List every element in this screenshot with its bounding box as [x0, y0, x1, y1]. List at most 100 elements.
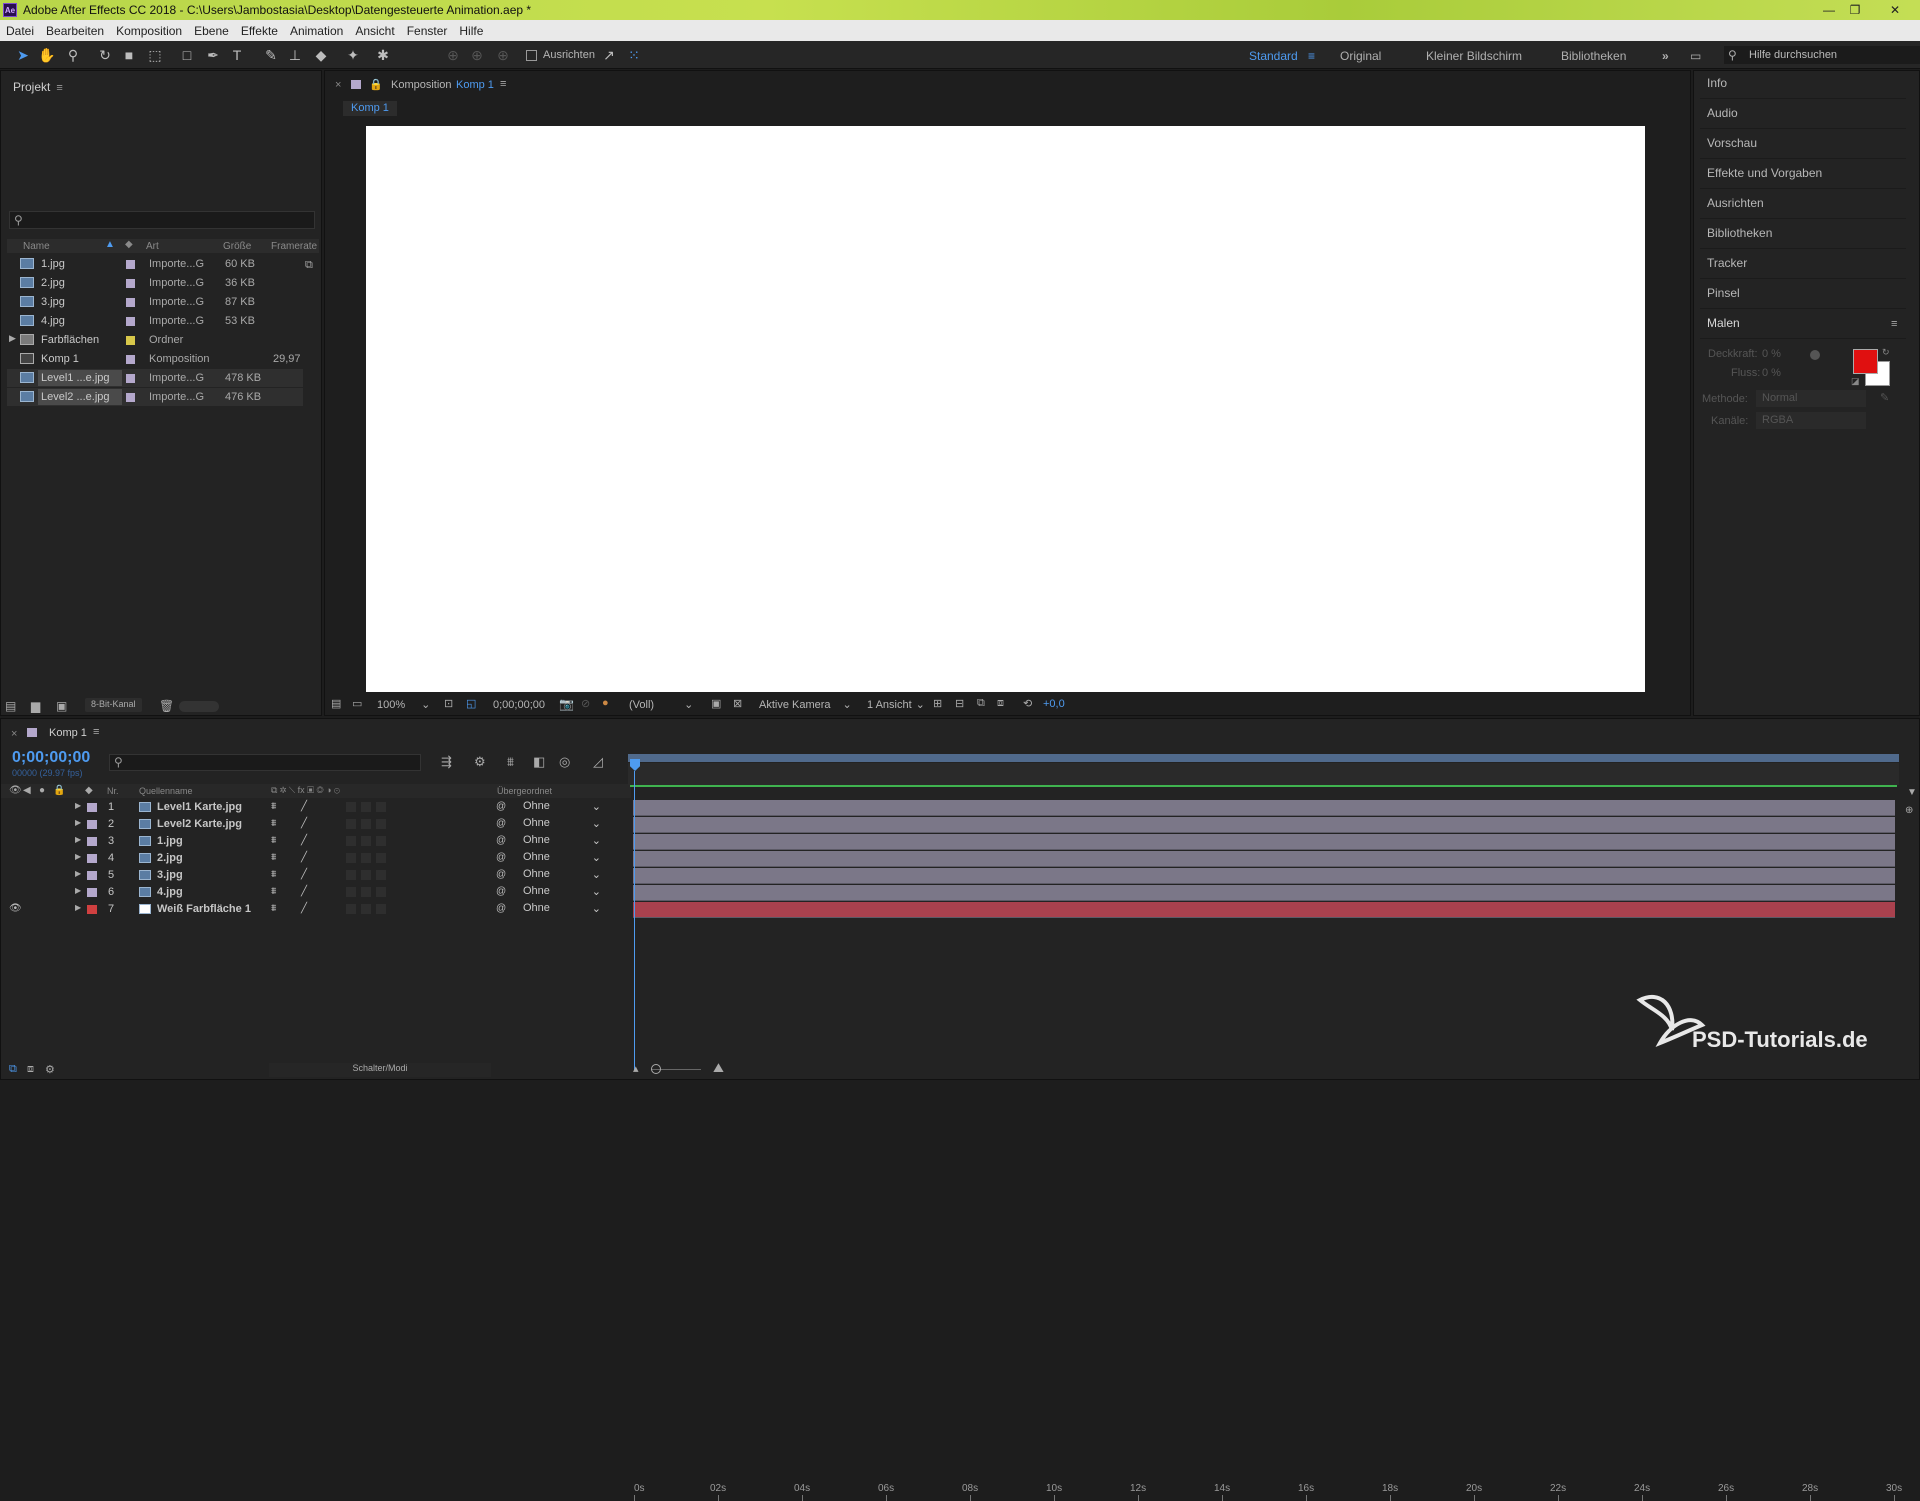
- shy-switch-icon[interactable]: ⩩: [271, 852, 276, 863]
- swap-colors-icon[interactable]: ↻: [1882, 347, 1890, 358]
- pick-whip-icon[interactable]: @: [496, 903, 506, 914]
- panel-info[interactable]: Info: [1707, 76, 1727, 90]
- comp-button-icon[interactable]: ⊕: [1905, 805, 1913, 816]
- project-panel-title[interactable]: Projekt ≡: [13, 80, 63, 94]
- label-swatch[interactable]: [87, 803, 97, 812]
- switch-box[interactable]: [346, 904, 356, 914]
- parent-dropdown[interactable]: Ohne ⌄: [511, 902, 601, 916]
- more-workspaces-icon[interactable]: »: [1662, 49, 1669, 63]
- project-item[interactable]: Level1 ...e.jpg Importe...G 478 KB: [7, 369, 303, 387]
- time-ruler[interactable]: [628, 763, 1899, 785]
- shy-switch-icon[interactable]: ⩩: [271, 903, 276, 914]
- layer-row[interactable]: ▶ 3 1.jpg ⩩ ╱ @ Ohne ⌄: [1, 833, 631, 850]
- menu-datei[interactable]: Datei: [0, 24, 40, 38]
- switch-box[interactable]: [376, 819, 386, 829]
- label-swatch[interactable]: [87, 888, 97, 897]
- align-checkbox[interactable]: [526, 50, 537, 61]
- help-search-input[interactable]: ⚲ Hilfe durchsuchen: [1724, 46, 1920, 64]
- reset-exposure-icon[interactable]: ⟲: [1023, 697, 1032, 710]
- quality-switch-icon[interactable]: ╱: [301, 818, 307, 829]
- project-item[interactable]: 1.jpg Importe...G 60 KB: [7, 255, 313, 273]
- label-swatch[interactable]: [87, 905, 97, 914]
- disclosure-triangle-icon[interactable]: ▶: [75, 903, 81, 912]
- type-tool-icon[interactable]: T: [228, 46, 246, 64]
- layer-duration-bar[interactable]: [633, 902, 1895, 918]
- close-tab-icon[interactable]: ×: [11, 728, 17, 740]
- camera-dropdown[interactable]: Aktive Kamera ⌄: [759, 698, 852, 711]
- sort-ascending-icon[interactable]: ▲: [105, 239, 115, 250]
- pick-whip-icon[interactable]: @: [496, 818, 506, 829]
- project-item[interactable]: ▶ Farbflächen Ordner: [7, 331, 313, 349]
- shy-switch-icon[interactable]: ⩩: [271, 818, 276, 829]
- menu-ebene[interactable]: Ebene: [188, 24, 235, 38]
- layer-duration-bar[interactable]: [633, 817, 1895, 833]
- project-item[interactable]: Level2 ...e.jpg Importe...G 476 KB: [7, 388, 303, 406]
- switch-box[interactable]: [346, 819, 356, 829]
- project-item[interactable]: Komp 1 Komposition 29,97: [7, 350, 313, 368]
- channels-icon[interactable]: ●: [602, 697, 609, 709]
- eraser-tool-icon[interactable]: ◆: [312, 46, 330, 64]
- switch-box[interactable]: [361, 802, 371, 812]
- label-column-icon[interactable]: ◆: [85, 785, 93, 796]
- transfer-controls-icon[interactable]: ⧈: [27, 1063, 34, 1076]
- disclosure-triangle-icon[interactable]: ▶: [75, 852, 81, 861]
- audio-icon[interactable]: ◀: [23, 785, 31, 796]
- pan-behind-tool-icon[interactable]: ⬚: [146, 46, 164, 64]
- label-swatch[interactable]: [126, 355, 135, 364]
- parent-dropdown[interactable]: Ohne ⌄: [511, 851, 601, 865]
- column-source-name[interactable]: Quellenname: [139, 786, 193, 796]
- snapshot-icon[interactable]: 📷: [559, 697, 574, 711]
- zoom-in-icon[interactable]: ⛰: [713, 1060, 724, 1076]
- layer-row[interactable]: ▶ 5 3.jpg ⩩ ╱ @ Ohne ⌄: [1, 867, 631, 884]
- parent-dropdown[interactable]: Ohne ⌄: [511, 800, 601, 814]
- quality-switch-icon[interactable]: ╱: [301, 801, 307, 812]
- paint-mode-dropdown[interactable]: Normal: [1756, 390, 1866, 407]
- parent-dropdown[interactable]: Ohne ⌄: [511, 885, 601, 899]
- label-swatch[interactable]: [87, 871, 97, 880]
- label-swatch[interactable]: [126, 374, 135, 383]
- flowchart-icon[interactable]: ⧈: [997, 697, 1004, 710]
- menu-ansicht[interactable]: Ansicht: [349, 24, 400, 38]
- layer-row[interactable]: 👁 ▶ 7 Weiß Farbfläche 1 ⩩ ╱ @ Ohne ⌄: [1, 901, 631, 918]
- bit-depth-button[interactable]: 8-Bit-Kanal: [85, 698, 142, 712]
- switch-box[interactable]: [361, 819, 371, 829]
- motion-blur-icon[interactable]: ◎: [559, 754, 570, 770]
- switch-box[interactable]: [376, 870, 386, 880]
- switch-box[interactable]: [346, 887, 356, 897]
- label-swatch[interactable]: [126, 260, 135, 269]
- show-snapshot-icon[interactable]: ⊘: [581, 697, 590, 710]
- layer-duration-bar[interactable]: [633, 868, 1895, 884]
- panel-bibliotheken[interactable]: Bibliotheken: [1707, 226, 1772, 240]
- switches-modes-toggle[interactable]: Schalter/Modi: [269, 1063, 491, 1077]
- zoom-out-icon[interactable]: ▴: [633, 1062, 639, 1075]
- timeline-icon[interactable]: ⧉: [977, 697, 985, 710]
- project-item[interactable]: 4.jpg Importe...G 53 KB: [7, 312, 313, 330]
- new-composition-icon[interactable]: ▣: [56, 699, 67, 713]
- camera-tool-icon[interactable]: ■: [120, 46, 138, 64]
- column-type[interactable]: Art: [146, 241, 159, 252]
- parent-dropdown[interactable]: Ohne ⌄: [511, 868, 601, 882]
- paint-flow-value[interactable]: 0 %: [1762, 367, 1781, 379]
- fast-preview-icon[interactable]: ⊟: [955, 697, 964, 710]
- brush-icon[interactable]: ✎: [1880, 391, 1889, 404]
- panel-pinsel[interactable]: Pinsel: [1707, 286, 1740, 300]
- workspace-small-screen[interactable]: Kleiner Bildschirm: [1426, 49, 1522, 63]
- switch-box[interactable]: [361, 904, 371, 914]
- switch-box[interactable]: [346, 870, 356, 880]
- project-item[interactable]: 3.jpg Importe...G 87 KB: [7, 293, 313, 311]
- region-icon[interactable]: ◱: [466, 697, 476, 710]
- frame-blending-icon[interactable]: ◧: [533, 754, 545, 770]
- quality-switch-icon[interactable]: ╱: [301, 886, 307, 897]
- zoom-tool-icon[interactable]: ⚲: [64, 46, 82, 64]
- quality-switch-icon[interactable]: ╱: [301, 852, 307, 863]
- always-preview-icon[interactable]: ▤: [331, 697, 341, 710]
- quality-switch-icon[interactable]: ╱: [301, 835, 307, 846]
- hand-tool-icon[interactable]: ✋: [38, 46, 56, 64]
- paint-opacity-value[interactable]: 0 %: [1762, 348, 1781, 360]
- label-column-icon[interactable]: ◆: [125, 239, 133, 250]
- switch-box[interactable]: [361, 836, 371, 846]
- panel-tracker[interactable]: Tracker: [1707, 256, 1747, 270]
- panel-effekte-und-vorgaben[interactable]: Effekte und Vorgaben: [1707, 166, 1822, 180]
- close-icon[interactable]: ✕: [1883, 0, 1907, 20]
- switch-box[interactable]: [346, 853, 356, 863]
